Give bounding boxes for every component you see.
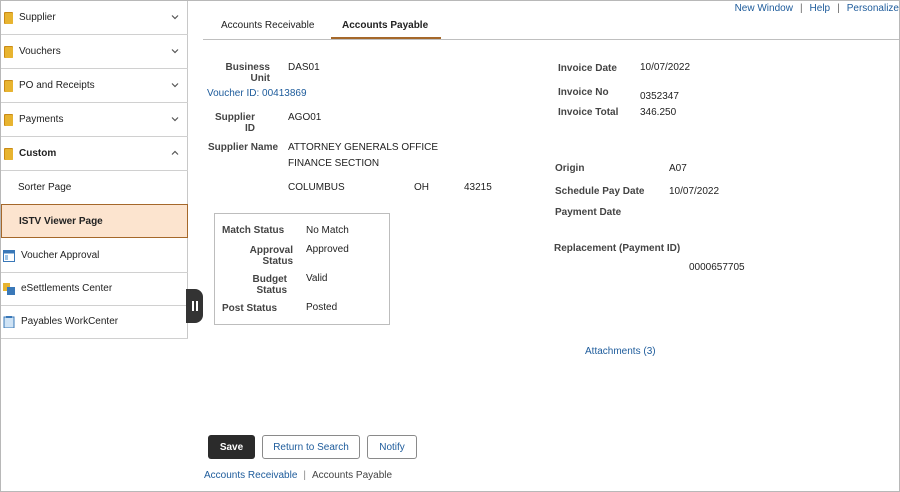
supplier-id-label: Supplier ID [214,112,255,134]
folder-icon [4,45,13,58]
sidebar-item-payments[interactable]: Payments [1,103,188,137]
sidebar-item-esettlements-center[interactable]: eSettlements Center [1,272,188,306]
chevron-up-icon [171,150,179,155]
chevron-down-icon [171,83,179,88]
business-unit-value: DAS01 [288,62,320,73]
sidebar-item-label: Supplier [19,12,56,23]
invoice-total-label: Invoice Total [558,107,619,118]
invoice-no-value: 0352347 [640,91,679,102]
sidebar-item-sorter-page[interactable]: Sorter Page [1,171,188,205]
chevron-down-icon [171,15,179,20]
top-links: New Window | Help | Personalize [734,3,899,14]
tab-bar: Accounts Receivable Accounts Payable [203,17,899,40]
supplier-zip: 43215 [464,182,492,193]
schedule-pay-date-value: 10/07/2022 [669,186,720,197]
folder-icon [4,147,13,160]
active-tab-indicator [331,37,441,39]
tab-accounts-payable[interactable]: Accounts Payable [342,20,428,31]
save-button[interactable]: Save [208,435,255,459]
notify-button[interactable]: Notify [367,435,417,459]
voucher-id-link[interactable]: Voucher ID: 00413869 [207,88,307,99]
sidebar-item-label: Custom [19,148,57,159]
approval-status-value: Approved [306,244,349,255]
sidebar-item-custom[interactable]: Custom [1,137,188,171]
sidebar-item-label: Voucher Approval [21,250,100,261]
attachments-link[interactable]: Attachments (3) [585,346,656,357]
supplier-name-line1: ATTORNEY GENERALS OFFICE [288,142,439,153]
sidebar-item-istv-viewer-page[interactable]: ISTV Viewer Page [1,204,188,238]
supplier-id-value: AGO01 [288,112,322,123]
folder-icon [4,11,13,24]
match-status-value: No Match [306,225,349,236]
invoice-total-value: 346.250 [640,107,677,118]
sidebar-item-label: eSettlements Center [21,283,113,294]
personalize-link[interactable]: Personalize [847,3,899,14]
chevron-down-icon [171,49,179,54]
supplier-state: OH [414,182,429,193]
budget-status-value: Valid [306,273,328,284]
sidebar-item-label: Payables WorkCenter [21,316,119,327]
sidebar-item-label: Payments [19,114,64,125]
sidebar-item-voucher-approval[interactable]: Voucher Approval [1,239,188,273]
origin-value: A07 [669,163,687,174]
replacement-payment-id-value: 0000657705 [689,262,745,273]
accounts-payable-current: Accounts Payable [312,470,393,481]
sidebar-item-label: Vouchers [19,46,61,57]
workcenter-icon [3,315,15,328]
business-unit-label: Business Unit [225,62,270,84]
bottom-links: Accounts Receivable | Accounts Payable [204,470,393,481]
sidebar-item-supplier[interactable]: Supplier [1,1,188,35]
invoice-date-value: 10/07/2022 [640,62,691,73]
help-link[interactable]: Help [810,3,831,14]
tab-accounts-receivable[interactable]: Accounts Receivable [221,20,314,31]
folder-icon [4,113,13,126]
approval-status-label: Approval Status [249,245,293,267]
sidebar-item-label: ISTV Viewer Page [19,215,103,227]
new-window-link[interactable]: New Window [735,3,793,14]
accounts-receivable-link[interactable]: Accounts Receivable [204,470,297,481]
post-status-value: Posted [306,302,338,313]
window-icon [3,249,15,262]
payment-date-label: Payment Date [555,207,622,218]
replacement-payment-id-label: Replacement (Payment ID) [554,243,681,254]
sidebar-item-label: Sorter Page [18,182,72,193]
supplier-city: COLUMBUS [288,182,345,193]
collapse-handle[interactable] [186,289,203,323]
supplier-name-line2: FINANCE SECTION [288,158,380,169]
settlements-icon [3,282,15,295]
origin-label: Origin [555,163,585,174]
invoice-no-label: Invoice No [558,87,609,98]
invoice-date-label: Invoice Date [558,63,617,74]
chevron-down-icon [171,117,179,122]
sidebar-item-po-and-receipts[interactable]: PO and Receipts [1,69,188,103]
sidebar-item-label: PO and Receipts [19,80,95,91]
return-to-search-button[interactable]: Return to Search [262,435,360,459]
budget-status-label: Budget Status [252,274,287,296]
sidebar: Supplier Vouchers PO and Receipts Paymen… [1,1,188,339]
match-status-label: Match Status [222,225,285,236]
post-status-label: Post Status [222,303,278,314]
sidebar-item-payables-workcenter[interactable]: Payables WorkCenter [1,305,188,339]
sidebar-item-vouchers[interactable]: Vouchers [1,35,188,69]
schedule-pay-date-label: Schedule Pay Date [555,186,645,197]
folder-icon [4,79,13,92]
supplier-name-label: Supplier Name [208,142,279,153]
